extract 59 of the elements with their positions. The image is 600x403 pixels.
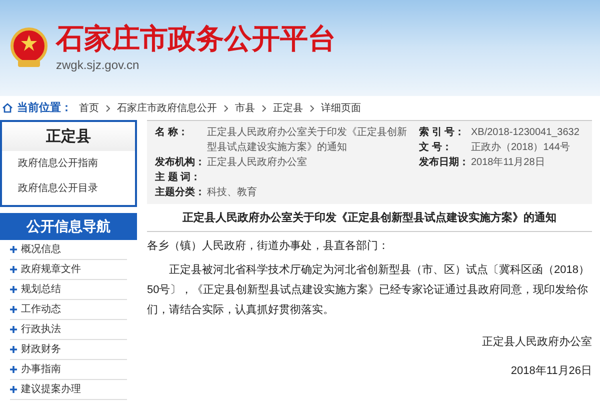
- plus-icon: [10, 246, 17, 252]
- nav-item-label: 规划总结: [21, 282, 61, 296]
- nav-item-label: 行政执法: [21, 322, 61, 336]
- nav-item[interactable]: 规划总结: [10, 280, 127, 300]
- nav-item[interactable]: 政府规章文件: [10, 260, 127, 280]
- nav-item-label: 财政财务: [21, 342, 61, 356]
- meta-value: 2018年11月28日: [471, 156, 545, 170]
- county-link[interactable]: 政府信息公开指南: [2, 150, 135, 176]
- meta-label: 名 称：: [155, 126, 189, 140]
- nav-item-label: 建议提案办理: [21, 382, 81, 396]
- meta-value: 正定县人民政府办公室: [207, 156, 307, 170]
- meta-label: 发布机构：: [155, 156, 206, 170]
- breadcrumb-link[interactable]: 详细页面: [318, 100, 364, 116]
- chevron-icon: [106, 104, 110, 112]
- nav-title: 公开信息导航: [0, 212, 137, 240]
- plus-icon: [10, 286, 17, 292]
- nav-item[interactable]: 行政执法: [10, 320, 127, 340]
- breadcrumb-link[interactable]: 市县: [232, 100, 258, 116]
- article-title: 正定县人民政府办公室关于印发《正定县创新型县试点建设实施方案》的通知: [147, 210, 592, 232]
- meta-value: 正政办（2018）144号: [471, 140, 570, 155]
- article-paragraph: 正定县被河北省科学技术厅确定为河北省创新型县（市、区）试点〔冀科区函（2018）50号〕，《正定县创新型县试点建设实施方案》已经专家论证通过县政府同意，现印发给你们，请结合实际，认真抓好贯彻落实。: [147, 262, 590, 318]
- plus-icon: [10, 266, 17, 272]
- nav-item[interactable]: 办事指南: [10, 360, 127, 380]
- meta-label: 索 引 号：: [419, 126, 466, 140]
- breadcrumb-link[interactable]: 正定县: [270, 100, 306, 116]
- site-url: zwgk.sjz.gov.cn: [56, 57, 140, 74]
- meta-value: 正定县人民政府办公室关于印发《正定县创新型县试点建设实施方案》的通知: [207, 126, 408, 155]
- home-icon: [2, 103, 13, 113]
- chevron-icon: [224, 104, 228, 112]
- article-date: 2018年11月26日: [510, 364, 592, 378]
- nav-item[interactable]: 概况信息: [10, 240, 127, 260]
- meta-label: 发布日期：: [419, 156, 470, 170]
- chevron-icon: [310, 104, 314, 112]
- nav-item-label: 政府规章文件: [21, 262, 81, 276]
- plus-icon: [10, 326, 17, 332]
- nav-item-label: 概况信息: [21, 242, 61, 256]
- site-title: 石家庄市政务公开平台: [56, 22, 336, 56]
- breadcrumb-label: 当前位置：: [17, 100, 72, 116]
- nav-item[interactable]: 建议提案办理: [10, 380, 127, 400]
- signature: 正定县人民政府办公室: [482, 334, 592, 350]
- plus-icon: [10, 366, 17, 372]
- nav-item[interactable]: 工作动态: [10, 300, 127, 320]
- breadcrumb-link[interactable]: 石家庄市政府信息公开: [114, 100, 220, 116]
- breadcrumb-link[interactable]: 首页: [76, 100, 102, 116]
- nav-item[interactable]: 财政财务: [10, 340, 127, 360]
- plus-icon: [10, 306, 17, 312]
- emblem-icon: [10, 27, 48, 69]
- meta-value: 科技、教育: [207, 186, 257, 200]
- nav-item-label: 工作动态: [21, 302, 61, 316]
- county-link[interactable]: 政府信息公开目录: [2, 176, 135, 200]
- nav-item-label: 办事指南: [21, 362, 61, 376]
- meta-label: 主题分类：: [155, 185, 206, 200]
- meta-label: 文 号：: [419, 140, 453, 155]
- meta-label: 主 题 词：: [155, 170, 202, 185]
- meta-value: XB/2018-1230041_3632: [471, 126, 580, 140]
- plus-icon: [10, 386, 17, 392]
- chevron-icon: [262, 104, 266, 112]
- plus-icon: [10, 346, 17, 352]
- salutation: 各乡（镇）人民政府，街道办事处，县直各部门：: [147, 238, 390, 254]
